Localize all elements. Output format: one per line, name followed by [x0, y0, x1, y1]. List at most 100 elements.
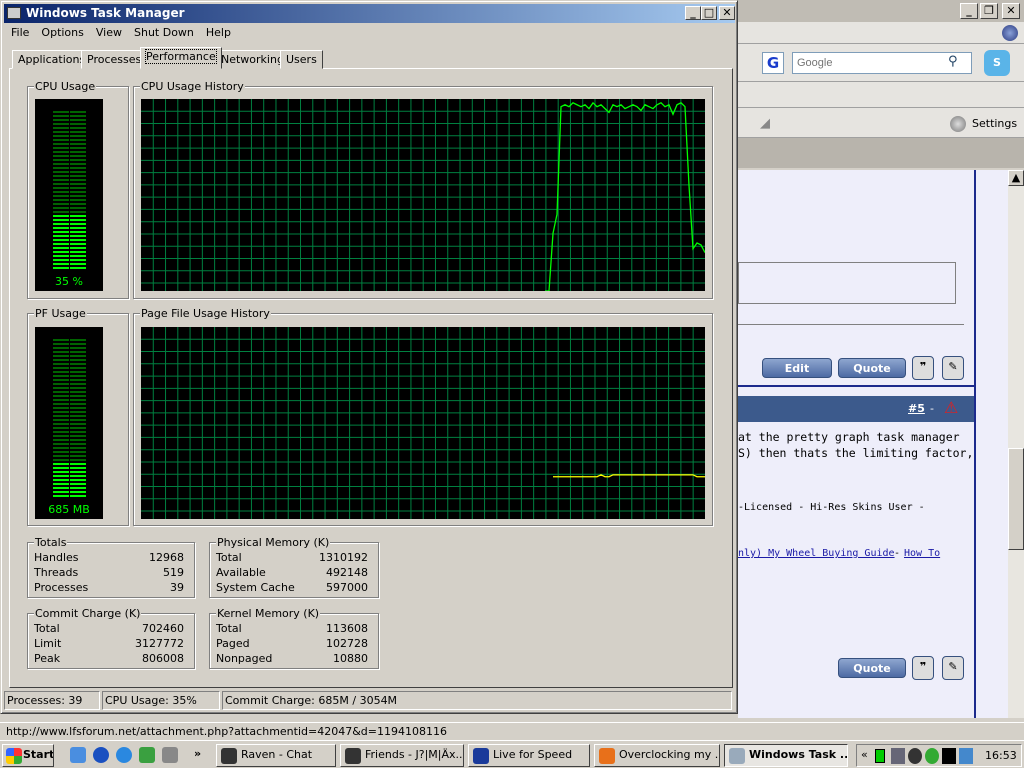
menu-bar: File Options View Shut Down Help: [5, 24, 237, 42]
quote-button-2[interactable]: Quote: [838, 658, 906, 678]
close-button[interactable]: ✕: [1002, 3, 1020, 19]
report-icon[interactable]: ⚠: [944, 398, 958, 417]
menu-view[interactable]: View: [96, 26, 122, 39]
meter-segment: [70, 359, 86, 361]
meter-segment: [70, 387, 86, 389]
steam-tray-icon[interactable]: [908, 748, 922, 764]
meter-segment: [70, 399, 86, 401]
messenger-icon[interactable]: [139, 747, 155, 763]
post-border: [974, 688, 976, 718]
quick-launch-chevron[interactable]: »: [194, 747, 201, 760]
eraser-icon[interactable]: ◢: [760, 116, 770, 131]
google-engine-icon[interactable]: G: [762, 52, 784, 74]
quote-button[interactable]: Quote: [838, 358, 906, 378]
clock[interactable]: 16:53: [985, 749, 1017, 762]
tab-users[interactable]: Users: [280, 50, 323, 69]
tray-expand-button[interactable]: «: [861, 748, 868, 761]
stat-value: 702460: [142, 622, 184, 635]
meter-segment: [70, 183, 86, 185]
how-to-link[interactable]: How To: [904, 548, 940, 559]
minimize-button[interactable]: _: [960, 3, 978, 19]
maximize-button[interactable]: □: [701, 6, 717, 20]
tray-icon[interactable]: [942, 748, 956, 764]
tab-strip: [738, 138, 1024, 168]
meter-segment-lit: [53, 215, 69, 217]
meter-segment: [53, 191, 69, 193]
multi-quote-icon[interactable]: ❞: [912, 656, 934, 680]
wheel-guide-link[interactable]: nly) My Wheel Buying Guide: [738, 548, 895, 559]
post-number-link[interactable]: #5: [908, 402, 925, 415]
pf-usage-meter: 685 MB: [35, 327, 103, 519]
stat-name: Peak: [34, 652, 61, 665]
quick-reply-icon[interactable]: ✎: [942, 656, 964, 680]
menu-help[interactable]: Help: [206, 26, 231, 39]
stat-name: Processes: [34, 581, 89, 594]
menu-shut-down[interactable]: Shut Down: [134, 26, 194, 39]
taskbar-button[interactable]: Live for Speed: [468, 744, 590, 767]
meter-segment-lit: [53, 483, 69, 485]
search-input[interactable]: [792, 52, 972, 74]
internet-explorer-icon[interactable]: [116, 747, 132, 763]
messenger-tray-icon[interactable]: [925, 748, 939, 764]
meter-segment-lit: [53, 495, 69, 497]
vertical-scrollbar[interactable]: ▲: [1008, 170, 1024, 718]
lfs-icon: [473, 748, 489, 764]
group-label: Commit Charge (K): [34, 607, 142, 620]
meter-segment: [53, 407, 69, 409]
tray-icon[interactable]: [891, 748, 905, 764]
stat-name: Total: [216, 551, 242, 564]
skype-icon[interactable]: S: [984, 50, 1010, 76]
title-bar[interactable]: Windows Task Manager _ □ ✕: [4, 4, 735, 23]
restore-button[interactable]: ❐: [980, 3, 998, 19]
meter-segment-lit: [70, 255, 86, 257]
tab-performance[interactable]: Performance: [140, 47, 222, 69]
meter-segment: [53, 143, 69, 145]
meter-segment: [70, 363, 86, 365]
close-button[interactable]: ✕: [719, 6, 735, 20]
meter-segment: [70, 395, 86, 397]
menu-options[interactable]: Options: [41, 26, 83, 39]
settings-button[interactable]: Settings: [972, 117, 1017, 130]
multi-quote-icon[interactable]: ❞: [912, 356, 934, 380]
meter-segment-lit: [53, 219, 69, 221]
post-header: #5 - ⚠: [738, 396, 974, 422]
quick-reply-icon[interactable]: ✎: [942, 356, 964, 380]
task-manager-icon: [729, 748, 745, 764]
taskbar-button[interactable]: Friends - J?|M|Äx...: [340, 744, 464, 767]
meter-segment: [53, 111, 69, 113]
meter-segment: [53, 347, 69, 349]
task-manager-tray-icon[interactable]: [875, 749, 885, 763]
taskbar-button[interactable]: Raven - Chat: [216, 744, 336, 767]
media-player-icon[interactable]: [93, 747, 109, 763]
meter-segment: [53, 455, 69, 457]
settings-icon[interactable]: [950, 116, 966, 132]
stat-name: Nonpaged: [216, 652, 273, 665]
edit-button[interactable]: Edit: [762, 358, 832, 378]
meter-segment: [70, 419, 86, 421]
commit-charge-group: Commit Charge (K) Total 702460 Limit 3127772…: [27, 607, 195, 669]
minimize-button[interactable]: _: [685, 6, 701, 20]
tab-processes[interactable]: Processes: [81, 50, 148, 69]
start-button[interactable]: Start: [2, 744, 54, 767]
network-tray-icon[interactable]: [959, 748, 973, 764]
taskbar-button[interactable]: Overclocking my ...: [594, 744, 720, 767]
tab-applications[interactable]: Applications: [12, 50, 92, 69]
kernel-memory-group: Kernel Memory (K) Total 113608 Paged 102728 N…: [209, 607, 379, 669]
meter-segment: [70, 383, 86, 385]
cpu-history-label: CPU Usage History: [140, 80, 245, 93]
cpu-usage-group: CPU Usage 35 %: [27, 80, 129, 299]
menu-file[interactable]: File: [11, 26, 29, 39]
meter-segment: [70, 407, 86, 409]
search-icon[interactable]: ⚲: [948, 54, 958, 69]
browser-title-bar: _ ❐ ✕: [738, 0, 1024, 22]
meter-segment: [70, 159, 86, 161]
tab-networking[interactable]: Networking: [215, 50, 290, 69]
meter-segment-lit: [70, 491, 86, 493]
scroll-up-button[interactable]: ▲: [1008, 170, 1024, 186]
scroll-thumb[interactable]: [1008, 448, 1024, 550]
meter-segment: [70, 195, 86, 197]
show-desktop-icon[interactable]: [70, 747, 86, 763]
taskbar-button[interactable]: Windows Task ...: [724, 744, 848, 767]
calendar-icon[interactable]: [162, 747, 178, 763]
meter-segment: [70, 435, 86, 437]
